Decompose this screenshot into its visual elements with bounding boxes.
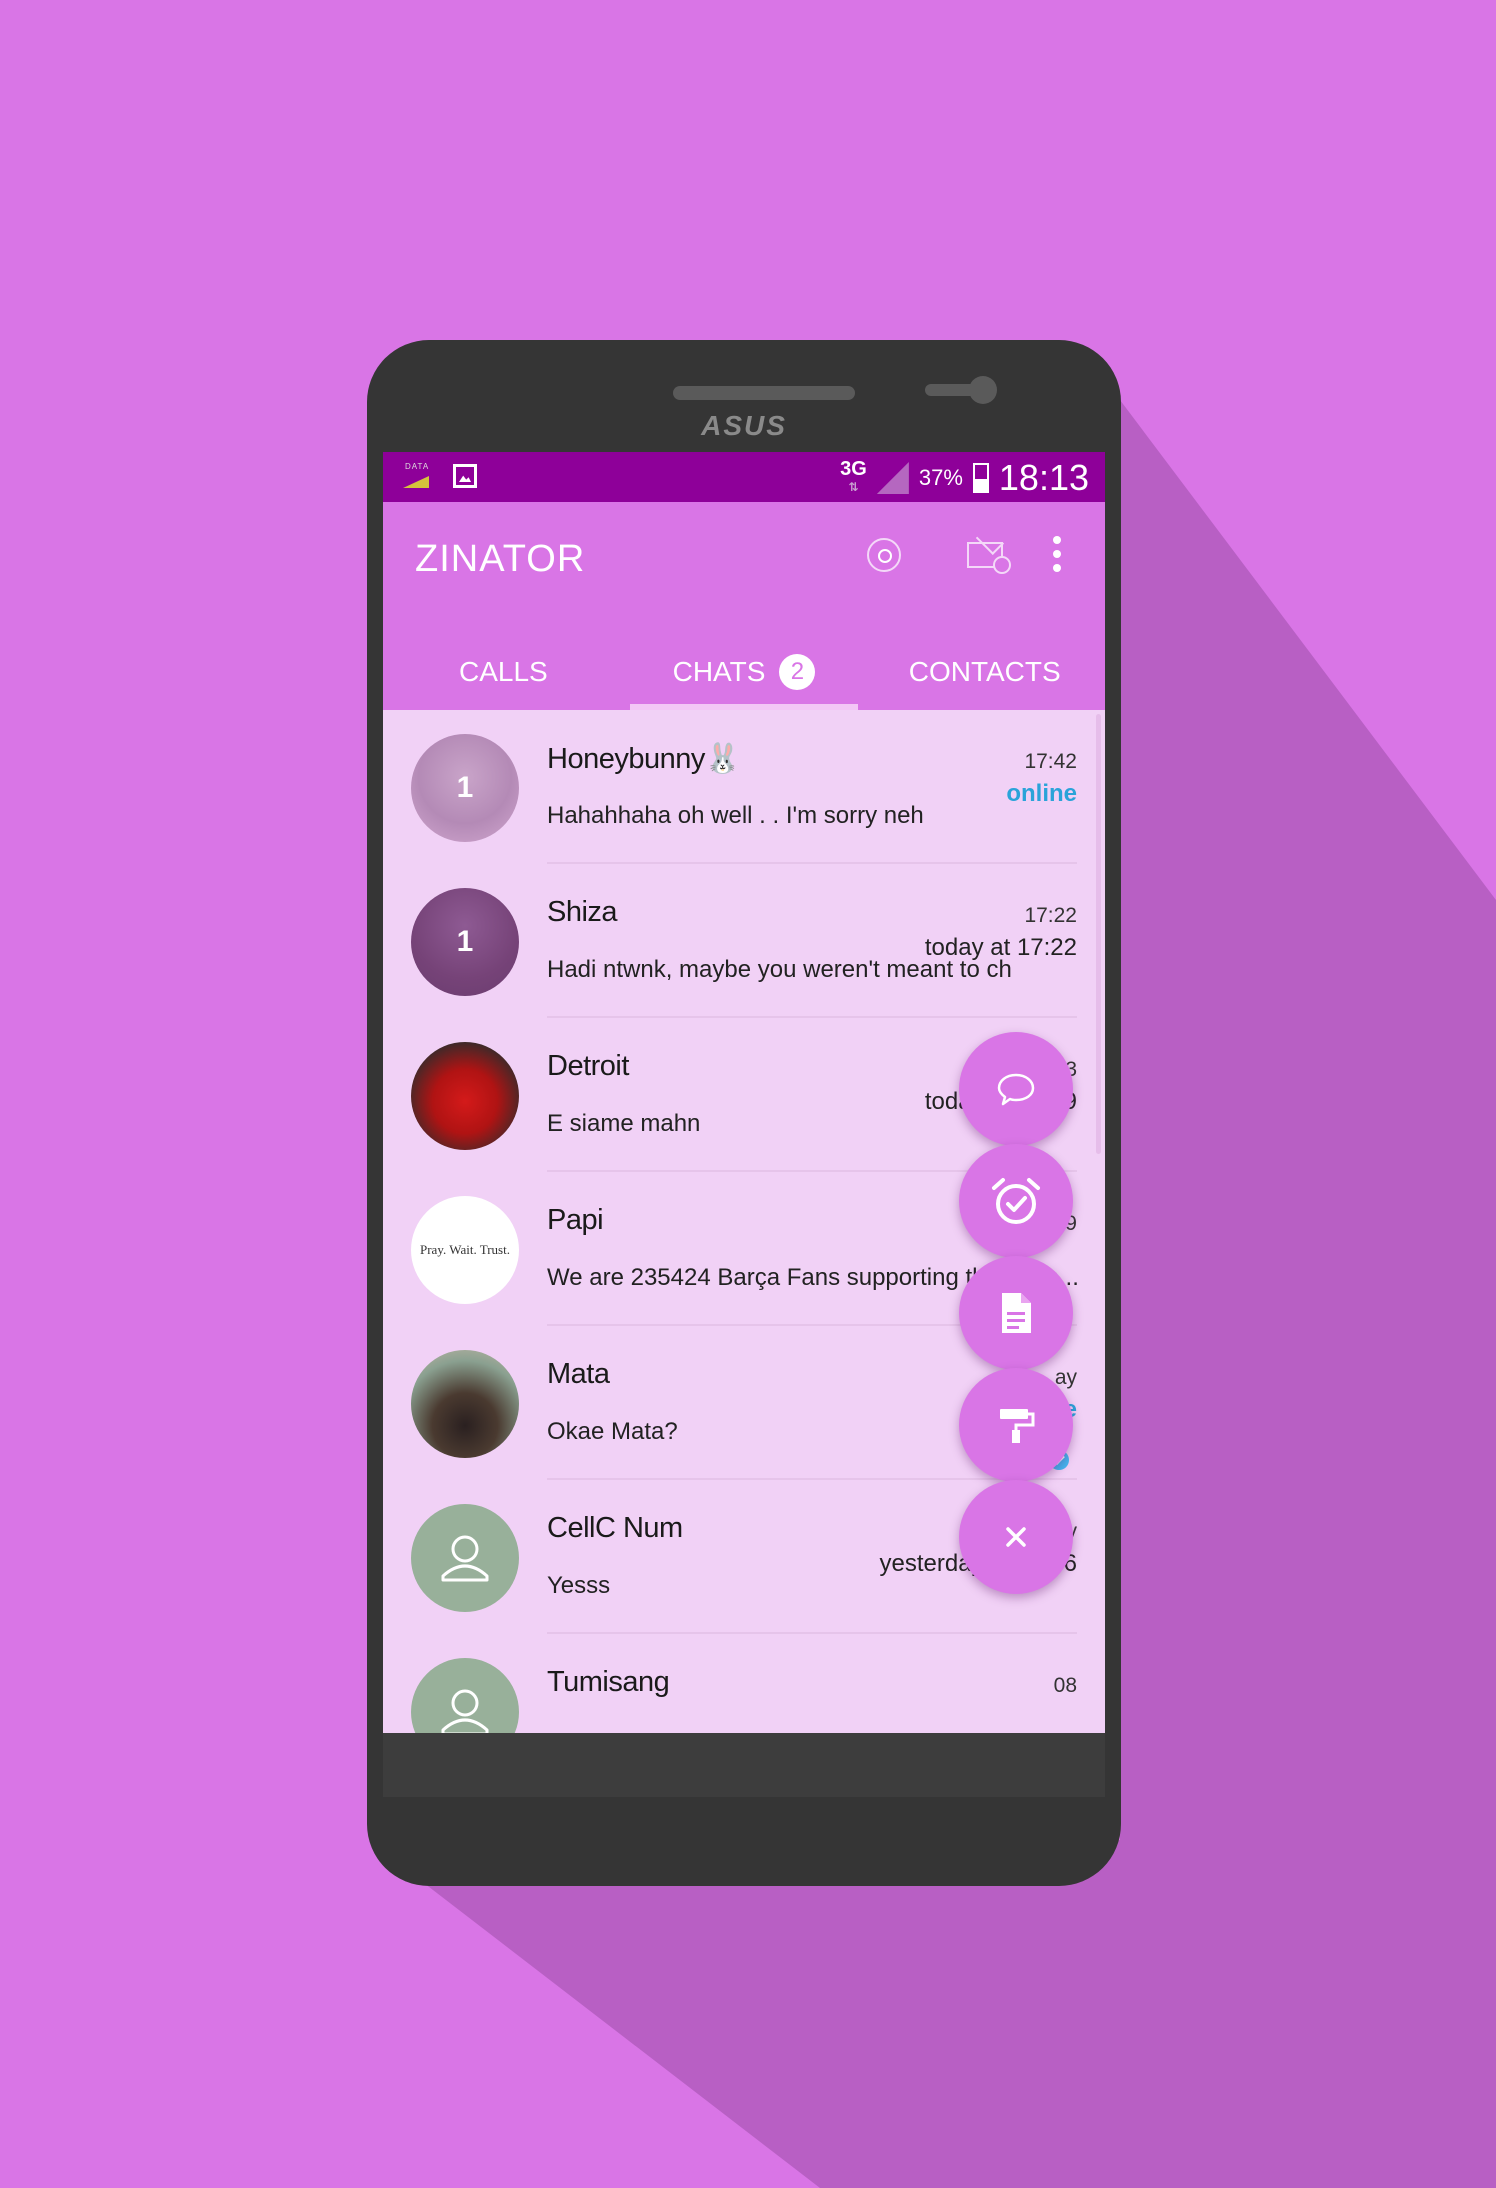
close-icon: [1006, 1527, 1026, 1547]
status-clock: 18:13: [998, 457, 1089, 498]
avatar-caption: Pray. Wait. Trust.: [420, 1242, 510, 1257]
chat-bubble-icon: [997, 1073, 1035, 1106]
network-type: 3G ⇅: [840, 458, 867, 494]
app-title: ZINATOR: [415, 538, 586, 580]
battery-percent: 37%: [918, 465, 963, 490]
unread-chats-badge: 2: [779, 654, 816, 690]
chat-time: 17:22: [1024, 904, 1077, 927]
battery-icon: [972, 463, 989, 493]
document-icon: [1002, 1293, 1031, 1333]
chat-name: Tumisang: [547, 1666, 670, 1698]
front-camera-sensor: [925, 376, 997, 404]
fab-document[interactable]: [959, 1256, 1073, 1370]
unread-count: 1: [456, 771, 474, 804]
chat-name: Detroit: [547, 1050, 629, 1082]
chat-last-message: Hahahhaha oh well . . I'm sorry neh: [547, 802, 924, 829]
mobile-data-icon: DATA: [403, 462, 433, 488]
chat-status: online: [1006, 780, 1077, 807]
chat-last-message: E siame mahn: [547, 1110, 701, 1137]
alarm-check-icon: [992, 1178, 1040, 1224]
avatar[interactable]: 1: [411, 888, 519, 996]
avatar[interactable]: Pray. Wait. Trust.: [411, 1196, 519, 1304]
fab-close[interactable]: [959, 1480, 1073, 1594]
earpiece-speaker: [673, 386, 855, 400]
tab-calls[interactable]: CALLS: [383, 634, 624, 710]
tab-bar: CALLS CHATS 2 CONTACTS: [383, 634, 1105, 710]
avatar[interactable]: 1: [411, 734, 519, 842]
chat-name: Shiza: [547, 896, 618, 928]
signal-strength-icon: [876, 462, 909, 494]
chat-name: Honeybunny🐰: [547, 743, 741, 775]
fab-reminder[interactable]: [959, 1144, 1073, 1258]
chat-row-shiza[interactable]: 1 Shiza 17:22 today at 17:22 Hadi ntwnk,…: [383, 864, 1105, 1018]
tab-contacts[interactable]: CONTACTS: [864, 634, 1105, 710]
more-vert-icon[interactable]: [1053, 536, 1061, 572]
unread-count: 1: [456, 925, 474, 958]
chat-time: 17:42: [1024, 750, 1077, 773]
chat-row-honeybunny[interactable]: 1 Honeybunny🐰 17:42 online Hahahhaha oh …: [383, 710, 1105, 864]
phone-frame: ASUS DATA 3G ⇅ 37% 18:13 ZINATOR CALLS C…: [367, 340, 1121, 1886]
new-message-icon[interactable]: [967, 542, 1011, 574]
device-brand-logo: ASUS: [701, 410, 787, 441]
fab-new-chat[interactable]: [959, 1032, 1073, 1146]
paint-roller-icon: [1000, 1409, 1035, 1443]
avatar[interactable]: [411, 1042, 519, 1150]
chat-last-message: Okae Mata?: [547, 1418, 678, 1445]
app-bar: ZINATOR CALLS CHATS 2 CONTACTS: [383, 502, 1105, 710]
chat-time: 08: [1053, 1674, 1077, 1697]
chat-last-message: Hadi ntwnk, maybe you weren't meant to c…: [547, 956, 1012, 983]
image-notification-icon: [453, 464, 477, 488]
chat-last-message: Yesss: [547, 1572, 611, 1599]
tab-chats[interactable]: CHATS 2: [624, 634, 865, 710]
search-icon[interactable]: [867, 538, 901, 572]
chat-name: Mata: [547, 1358, 610, 1390]
chat-name: CellC Num: [547, 1512, 683, 1544]
default-avatar[interactable]: [411, 1658, 519, 1733]
default-avatar[interactable]: [411, 1504, 519, 1612]
status-bar: DATA 3G ⇅ 37% 18:13: [383, 452, 1105, 502]
person-icon: [441, 1689, 489, 1733]
screen: DATA 3G⇅ 37% 18:13 ZINATOR CALLS CHATS: [383, 452, 1105, 1733]
chat-name: Papi: [547, 1204, 604, 1236]
person-icon: [441, 1535, 489, 1582]
phone-chin: [383, 1733, 1105, 1797]
fab-theme[interactable]: [959, 1368, 1073, 1482]
chat-row-tumisang[interactable]: Tumisang 08: [383, 1634, 1105, 1733]
avatar[interactable]: [411, 1350, 519, 1458]
